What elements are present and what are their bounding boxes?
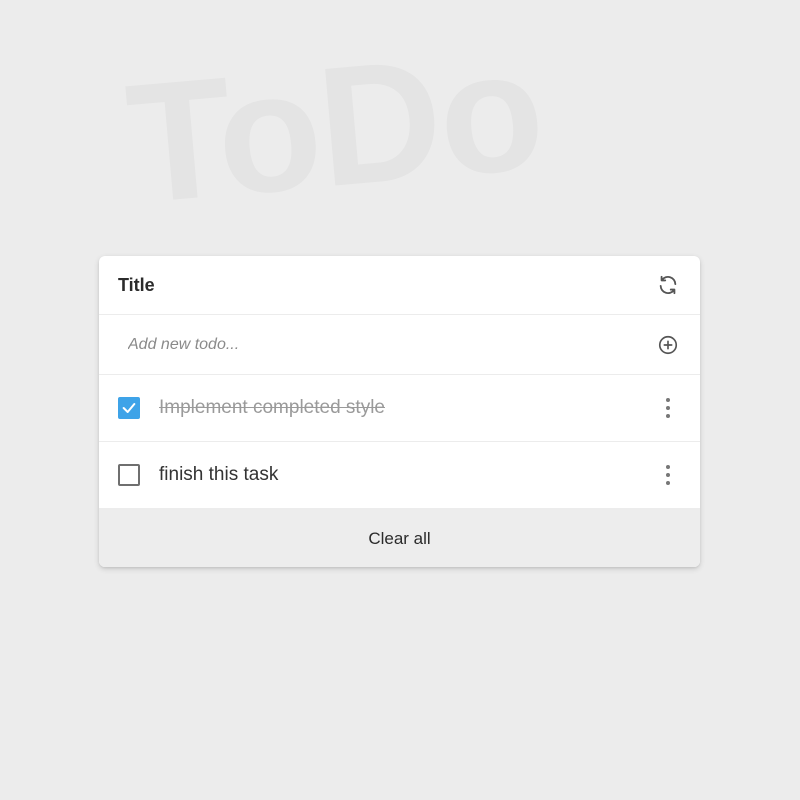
card-header: Title bbox=[99, 256, 700, 315]
add-todo-row bbox=[99, 315, 700, 375]
more-vertical-icon[interactable] bbox=[656, 461, 680, 489]
card-footer: Clear all bbox=[99, 509, 700, 567]
add-todo-input[interactable] bbox=[128, 335, 608, 354]
todo-watermark: ToDo bbox=[120, 14, 549, 240]
refresh-icon[interactable] bbox=[656, 273, 680, 297]
todo-text: finish this task bbox=[159, 464, 279, 485]
checkmark-icon bbox=[122, 403, 136, 413]
todo-checkbox[interactable] bbox=[118, 464, 140, 486]
todo-item: Implement completed style bbox=[99, 375, 700, 442]
app-stage: ToDo Title Add new todo... Implement com… bbox=[0, 0, 800, 800]
todo-card: Title Add new todo... Implement complete… bbox=[99, 256, 700, 567]
card-title: Title bbox=[118, 274, 155, 295]
todo-checkbox[interactable] bbox=[118, 397, 140, 419]
clear-all-button[interactable]: Clear all bbox=[356, 523, 442, 555]
plus-circle-icon[interactable] bbox=[656, 333, 680, 357]
todo-text: Implement completed style bbox=[159, 397, 385, 418]
todo-item: finish this task bbox=[99, 442, 700, 509]
more-vertical-icon[interactable] bbox=[656, 394, 680, 422]
